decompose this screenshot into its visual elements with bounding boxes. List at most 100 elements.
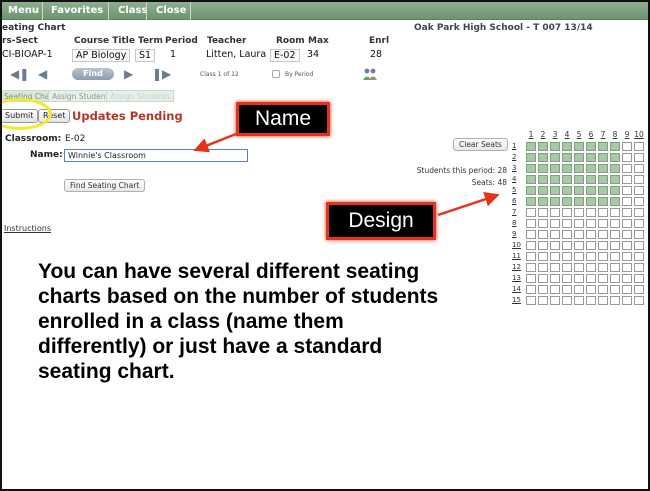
seat-cell[interactable]	[598, 153, 608, 162]
seat-cell[interactable]	[634, 230, 644, 239]
seat-cell[interactable]	[610, 164, 620, 173]
find-seating-chart-button[interactable]: Find Seating Chart	[64, 179, 146, 192]
seat-cell[interactable]	[526, 230, 536, 239]
seat-cell[interactable]	[598, 186, 608, 195]
seat-cell[interactable]	[610, 285, 620, 294]
seat-cell[interactable]	[562, 241, 572, 250]
seat-cell[interactable]	[634, 164, 644, 173]
seat-cell[interactable]	[622, 219, 632, 228]
seat-cell[interactable]	[526, 142, 536, 151]
tab-assign-students-2[interactable]: Assign Students	[106, 90, 175, 102]
find-button[interactable]: Find	[72, 68, 114, 80]
seat-cell[interactable]	[562, 197, 572, 206]
next-record-icon[interactable]: ▶	[124, 67, 133, 82]
seat-cell[interactable]	[562, 252, 572, 261]
seat-cell[interactable]	[634, 219, 644, 228]
seat-cell[interactable]	[562, 219, 572, 228]
seat-cell[interactable]	[538, 186, 548, 195]
seat-cell[interactable]	[574, 296, 584, 305]
seat-cell[interactable]	[586, 285, 596, 294]
menu-item-class[interactable]: Class	[112, 4, 153, 18]
seat-cell[interactable]	[562, 142, 572, 151]
seat-cell[interactable]	[634, 153, 644, 162]
seat-cell[interactable]	[538, 208, 548, 217]
seat-cell[interactable]	[634, 197, 644, 206]
seat-cell[interactable]	[622, 164, 632, 173]
seat-cell[interactable]	[550, 230, 560, 239]
menu-item-close[interactable]: Close	[150, 4, 192, 18]
seat-cell[interactable]	[538, 197, 548, 206]
seat-cell[interactable]	[610, 219, 620, 228]
seat-cell[interactable]	[598, 296, 608, 305]
seat-cell[interactable]	[526, 186, 536, 195]
seat-cell[interactable]	[538, 252, 548, 261]
seat-cell[interactable]	[550, 263, 560, 272]
seat-cell[interactable]	[598, 274, 608, 283]
seat-cell[interactable]	[526, 175, 536, 184]
seat-cell[interactable]	[538, 241, 548, 250]
seat-cell[interactable]	[574, 175, 584, 184]
seat-cell[interactable]	[622, 153, 632, 162]
seat-cell[interactable]	[574, 208, 584, 217]
seat-cell[interactable]	[550, 296, 560, 305]
seat-cell[interactable]	[598, 164, 608, 173]
seat-cell[interactable]	[526, 274, 536, 283]
seat-cell[interactable]	[550, 252, 560, 261]
seat-cell[interactable]	[634, 142, 644, 151]
seat-cell[interactable]	[634, 274, 644, 283]
seat-cell[interactable]	[586, 296, 596, 305]
seat-cell[interactable]	[526, 296, 536, 305]
first-record-icon[interactable]: ◀❚	[10, 67, 29, 82]
seat-cell[interactable]	[622, 285, 632, 294]
seat-cell[interactable]	[550, 241, 560, 250]
seat-cell[interactable]	[574, 142, 584, 151]
seat-cell[interactable]	[622, 197, 632, 206]
seat-cell[interactable]	[538, 285, 548, 294]
seat-cell[interactable]	[598, 197, 608, 206]
seat-cell[interactable]	[538, 164, 548, 173]
seat-cell[interactable]	[586, 142, 596, 151]
seat-cell[interactable]	[610, 197, 620, 206]
seat-cell[interactable]	[574, 219, 584, 228]
seat-cell[interactable]	[622, 252, 632, 261]
seat-cell[interactable]	[574, 285, 584, 294]
seat-cell[interactable]	[622, 241, 632, 250]
seat-cell[interactable]	[586, 197, 596, 206]
seat-cell[interactable]	[598, 142, 608, 151]
people-icon[interactable]	[362, 66, 378, 80]
seat-cell[interactable]	[634, 285, 644, 294]
seat-cell[interactable]	[598, 219, 608, 228]
seat-cell[interactable]	[622, 208, 632, 217]
seat-cell[interactable]	[610, 175, 620, 184]
previous-record-icon[interactable]: ◀	[38, 67, 47, 82]
seat-cell[interactable]	[526, 153, 536, 162]
seat-cell[interactable]	[610, 241, 620, 250]
seat-cell[interactable]	[586, 175, 596, 184]
seat-cell[interactable]	[538, 153, 548, 162]
seat-cell[interactable]	[610, 142, 620, 151]
seat-cell[interactable]	[610, 186, 620, 195]
seat-cell[interactable]	[610, 230, 620, 239]
menu-item-favorites[interactable]: Favorites	[45, 4, 109, 18]
seat-cell[interactable]	[586, 263, 596, 272]
seat-cell[interactable]	[538, 142, 548, 151]
seat-cell[interactable]	[526, 263, 536, 272]
seat-cell[interactable]	[610, 296, 620, 305]
seat-cell[interactable]	[550, 153, 560, 162]
seat-cell[interactable]	[610, 252, 620, 261]
by-period-checkbox[interactable]	[272, 70, 280, 78]
seat-cell[interactable]	[526, 219, 536, 228]
seat-cell[interactable]	[634, 175, 644, 184]
seat-cell[interactable]	[634, 241, 644, 250]
seat-cell[interactable]	[634, 296, 644, 305]
seat-cell[interactable]	[574, 274, 584, 283]
seat-cell[interactable]	[622, 263, 632, 272]
seat-cell[interactable]	[550, 186, 560, 195]
seat-cell[interactable]	[562, 263, 572, 272]
seat-cell[interactable]	[622, 296, 632, 305]
seat-cell[interactable]	[586, 230, 596, 239]
menu-item-menu[interactable]: Menu	[2, 4, 45, 18]
seat-cell[interactable]	[562, 296, 572, 305]
seat-cell[interactable]	[634, 263, 644, 272]
instructions-link[interactable]: Instructions	[4, 224, 51, 233]
